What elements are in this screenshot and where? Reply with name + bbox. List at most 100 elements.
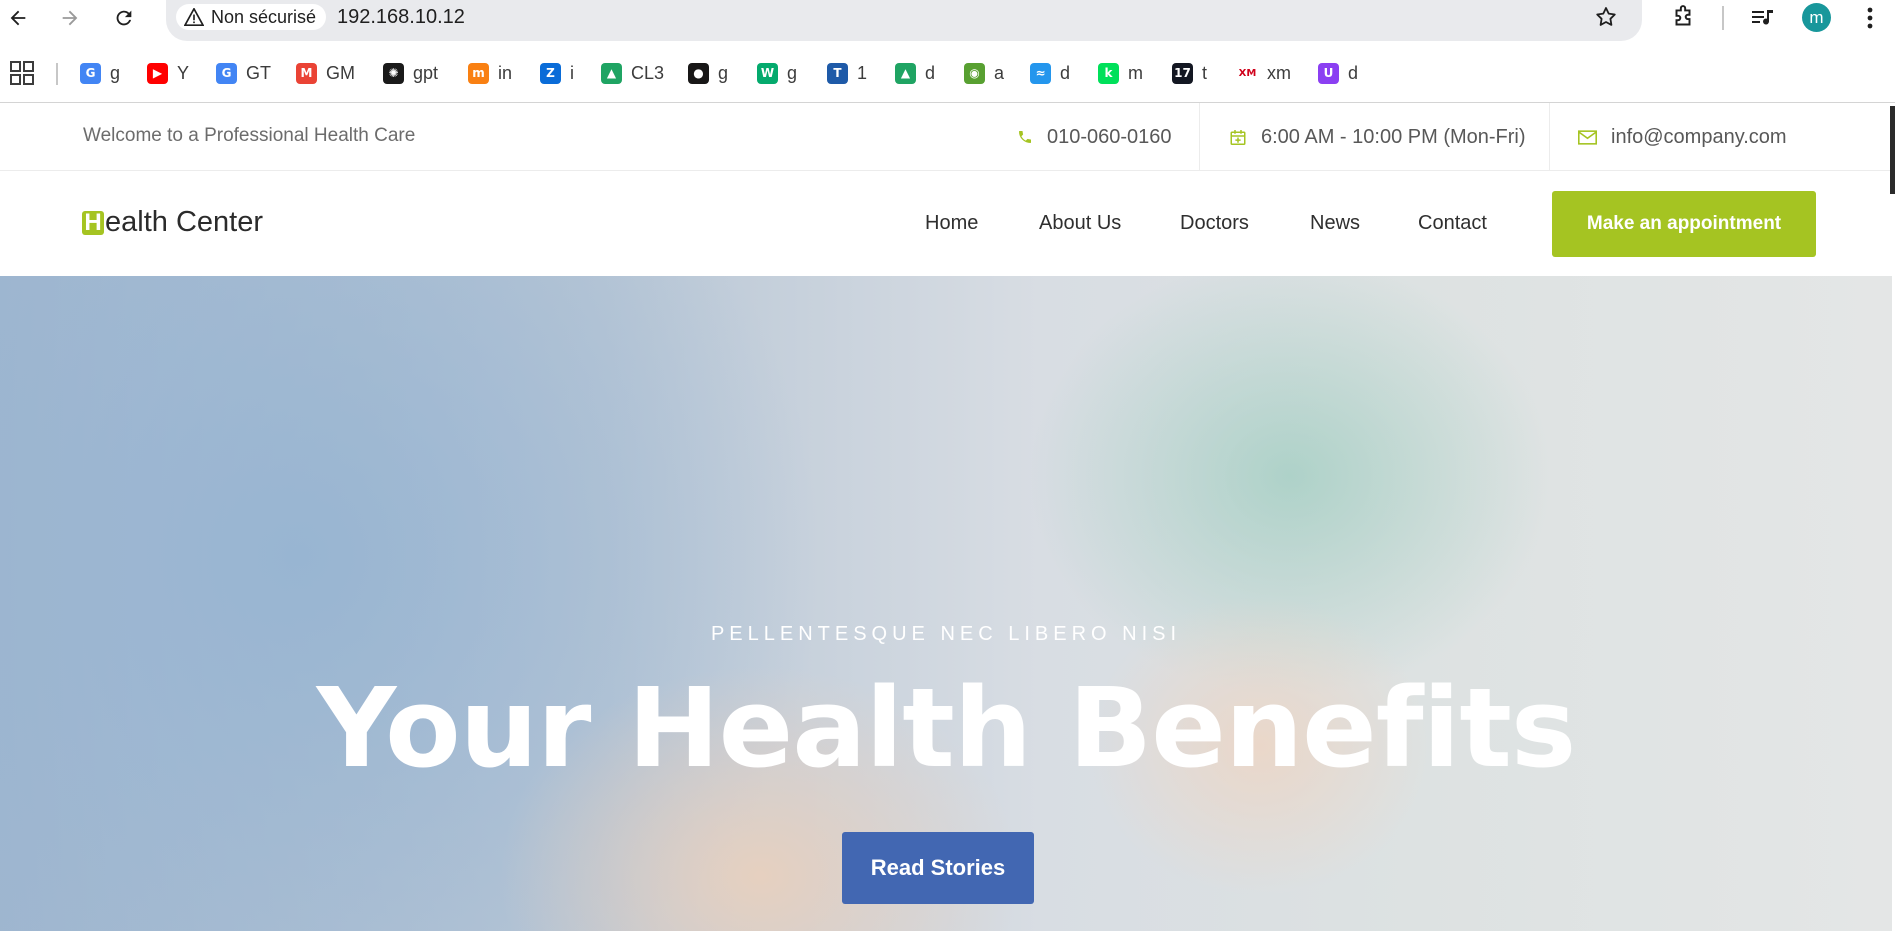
phone-number: 010-060-0160 xyxy=(1047,125,1172,148)
site-security-chip[interactable]: Non sécurisé xyxy=(176,4,327,30)
media-control-button[interactable] xyxy=(1748,3,1778,33)
bookmark-item[interactable]: m in xyxy=(468,60,512,86)
bookmark-label: gpt xyxy=(413,62,439,83)
github-icon: ● xyxy=(688,62,709,84)
purple-circle-icon: U xyxy=(1318,62,1339,84)
opening-hours: 6:00 AM - 10:00 PM (Mon-Fri) xyxy=(1261,125,1526,148)
bookmark-label: GT xyxy=(246,62,271,83)
playlist-icon xyxy=(1752,10,1773,25)
back-button[interactable] xyxy=(4,4,32,32)
page-scrollbar[interactable] xyxy=(1890,106,1895,194)
bookmark-item[interactable]: ▲ d xyxy=(895,60,935,86)
nav-news[interactable]: News xyxy=(1310,212,1360,235)
bookmark-label: i xyxy=(570,62,574,83)
xm-icon: XM xyxy=(1237,62,1258,84)
email-address: info@company.com xyxy=(1611,125,1787,148)
nav-home[interactable]: Home xyxy=(925,212,978,235)
logo-text: ealth Center xyxy=(105,206,263,238)
nav-doctors[interactable]: Doctors xyxy=(1180,212,1249,235)
youtube-icon: ▶ xyxy=(147,62,168,84)
bookmark-label: g xyxy=(110,62,121,83)
forward-button[interactable] xyxy=(56,4,84,32)
owl-icon: ◉ xyxy=(964,62,985,84)
reload-icon xyxy=(116,10,132,26)
profile-avatar[interactable]: m xyxy=(1802,3,1831,32)
bookmark-label: m xyxy=(1128,62,1143,83)
bookmark-item[interactable]: XM xm xyxy=(1237,60,1291,86)
bookmark-item[interactable]: M GM xyxy=(296,60,355,86)
nav-contact[interactable]: Contact xyxy=(1418,212,1487,235)
extensions-button[interactable] xyxy=(1668,3,1698,33)
bookmark-item[interactable]: ● g xyxy=(688,60,728,86)
browser-menu-button[interactable] xyxy=(1855,3,1885,33)
address-bar[interactable]: Non sécurisé 192.168.10.12 xyxy=(166,0,1642,41)
envelope-icon xyxy=(1578,129,1597,145)
docker-icon: ≈ xyxy=(1030,62,1051,84)
w3schools-icon: W xyxy=(757,62,778,84)
bookmark-item[interactable]: ▶ Y xyxy=(147,60,189,86)
kebab-menu-icon xyxy=(1867,7,1873,29)
logo-letter: H xyxy=(82,210,104,235)
welcome-text: Welcome to a Professional Health Care xyxy=(83,125,416,146)
bookmark-label: 1 xyxy=(857,62,868,83)
toolbar-separator xyxy=(1722,6,1724,30)
bookmark-star-button[interactable] xyxy=(1592,3,1620,31)
bookmark-label: xm xyxy=(1267,62,1291,83)
moodle-icon: m xyxy=(468,62,489,84)
bookmark-item[interactable]: Gg xyxy=(80,60,120,86)
calendar-plus-icon xyxy=(1230,129,1246,145)
browser-toolbar: Non sécurisé 192.168.10.12 m xyxy=(0,0,1895,41)
gmail-icon: M xyxy=(296,62,317,84)
arrow-right-icon xyxy=(62,10,78,26)
bookmarks-separator xyxy=(56,63,58,85)
bookmark-label: a xyxy=(994,62,1005,83)
url-text[interactable]: 192.168.10.12 xyxy=(337,4,465,30)
bookmark-label: d xyxy=(1348,62,1359,83)
hero-subtitle: PELLENTESQUE NEC LIBERO NISI xyxy=(710,623,1182,645)
security-label: Non sécurisé xyxy=(211,6,317,27)
reload-button[interactable] xyxy=(110,4,138,32)
star-icon xyxy=(1596,7,1616,26)
bookmark-item[interactable]: ✺ gpt xyxy=(383,60,438,86)
bookmark-label: d xyxy=(925,62,936,83)
bookmark-item[interactable]: Wg xyxy=(757,60,797,86)
bookmark-item[interactable]: Zi xyxy=(540,60,574,86)
bookmark-label: t xyxy=(1202,62,1208,83)
apps-button[interactable] xyxy=(10,61,34,90)
bookmark-item[interactable]: ◉ a xyxy=(964,60,1004,86)
bookmark-item[interactable]: G GT xyxy=(216,60,271,86)
bookmark-label: GM xyxy=(326,62,355,83)
puzzle-icon xyxy=(1675,5,1691,26)
bookmark-label: CL3 xyxy=(631,62,665,83)
google-drive-icon: ▲ xyxy=(895,62,916,84)
openai-icon: ✺ xyxy=(383,62,404,84)
bookmark-item[interactable]: T1 xyxy=(827,60,867,86)
make-appointment-button[interactable]: Make an appointment xyxy=(1552,191,1816,257)
deepnote-icon: k xyxy=(1098,62,1119,84)
google-icon: G xyxy=(80,62,101,84)
bookmark-label: g xyxy=(787,62,798,83)
bookmark-item[interactable]: ▲ CL3 xyxy=(601,60,664,86)
bookmark-item[interactable]: 17 t xyxy=(1172,60,1207,86)
site-navbar: Health Center Home About Us Doctors News… xyxy=(0,172,1890,276)
bookmark-item[interactable]: km xyxy=(1098,60,1143,86)
bookmarks-bar: Gg ▶ Y G GT M GM ✺ gpt m in Zi ▲ CL3 ● g Wg T 1 ▲ d ◉ a ≈ d k m 17 t… xyxy=(0,52,1895,92)
bookmark-label: d xyxy=(1060,62,1071,83)
bookmark-item[interactable]: ≈ d xyxy=(1030,60,1070,86)
google-drive-icon: ▲ xyxy=(601,62,622,84)
arrow-left-icon xyxy=(10,10,26,26)
read-stories-button[interactable]: Read Stories xyxy=(842,832,1034,904)
nav-about-us[interactable]: About Us xyxy=(1039,212,1121,235)
apps-grid-icon xyxy=(10,61,34,85)
hours-info: 6:00 AM - 10:00 PM (Mon-Fri) xyxy=(1229,103,1526,171)
phone-info[interactable]: 010-060-0160 xyxy=(1017,103,1172,171)
zalo-icon: Z xyxy=(540,62,561,84)
site-logo[interactable]: Health Center xyxy=(82,206,263,239)
site-top-bar: Welcome to a Professional Health Care 01… xyxy=(0,103,1890,171)
topbar-divider xyxy=(1549,103,1550,171)
bookmark-item[interactable]: Ud xyxy=(1318,60,1358,86)
tradingview-icon: 17 xyxy=(1172,62,1193,84)
hero-title: Your Health Benefits xyxy=(316,664,1577,792)
hero-banner: PELLENTESQUE NEC LIBERO NISI Your Health… xyxy=(0,276,1892,931)
email-info[interactable]: info@company.com xyxy=(1578,103,1787,171)
